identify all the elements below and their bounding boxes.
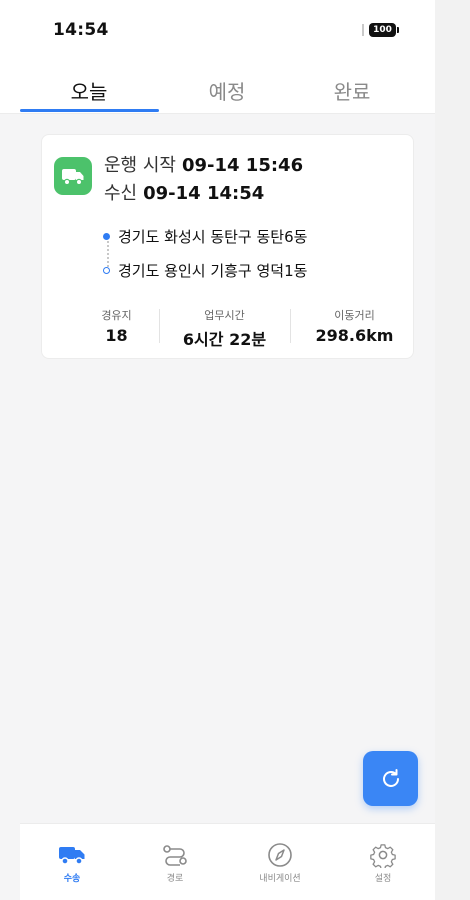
stat-value: 298.6km (315, 326, 394, 345)
tab-today[interactable]: 오늘 (29, 76, 149, 105)
start-label: 운행 시작 (104, 155, 176, 176)
tab-bar: 오늘 예정 완료 (0, 62, 435, 114)
trip-stats: 경유지 18 업무시간 6시간 22분 이동거리 298.6km (60, 307, 400, 350)
nav-item-transport[interactable]: 수송 (37, 842, 107, 884)
nav-label: 내비게이션 (259, 874, 301, 884)
received-label: 수신 (104, 183, 138, 204)
stat-waypoints: 경유지 18 (60, 307, 173, 345)
screen-edge (435, 0, 470, 900)
stat-label: 경유지 (101, 309, 132, 322)
nav-label: 설정 (374, 874, 392, 884)
tab-completed[interactable]: 완료 (292, 76, 412, 105)
battery-icon: 100 (369, 23, 396, 37)
tab-scheduled[interactable]: 예정 (167, 76, 287, 105)
refresh-button[interactable] (363, 751, 418, 806)
route-icon (140, 842, 210, 868)
stat-label: 이동거리 (334, 309, 375, 322)
refresh-icon (382, 768, 399, 787)
nav-label: 수송 (63, 874, 81, 884)
received-row: 수신 09-14 14:54 (104, 179, 264, 205)
stat-label: 업무시간 (204, 309, 245, 322)
start-time: 09-14 15:46 (181, 155, 304, 176)
signal-icon (362, 24, 364, 36)
destination-dot-icon (103, 267, 110, 274)
nav-item-route[interactable]: 경로 (140, 842, 210, 884)
nav-item-settings[interactable]: 설정 (348, 842, 418, 884)
nav-item-navigation[interactable]: 내비게이션 (245, 842, 315, 884)
origin-dot-icon (103, 233, 110, 240)
bottom-nav: 수송 경로 내비게이션 설정 (20, 823, 435, 900)
gear-icon (348, 842, 418, 868)
stat-divider (159, 309, 160, 343)
start-row: 운행 시작 09-14 15:46 (104, 151, 303, 177)
received-time: 09-14 14:54 (143, 183, 265, 204)
app-screen: 14:54 100 오늘 예정 완료 운행 시작 09-14 15:46 수신 09… (0, 0, 435, 900)
tab-active-indicator (20, 109, 159, 112)
stat-divider (290, 309, 291, 343)
stat-work-time: 업무시간 6시간 22분 (168, 307, 281, 350)
destination-address: 경기도 용인시 기흥구 영덕1동 (118, 262, 308, 280)
stat-value: 6시간 22분 (182, 330, 267, 349)
compass-icon (245, 842, 315, 868)
status-bar: 14:54 100 (0, 0, 435, 62)
truck-icon (54, 157, 92, 195)
status-time: 14:54 (53, 20, 109, 40)
delivery-card[interactable]: 운행 시작 09-14 15:46 수신 09-14 14:54 경기도 화성시 동… (41, 134, 414, 359)
nav-label: 경로 (166, 874, 184, 884)
battery-tip (397, 27, 399, 33)
origin-address: 경기도 화성시 동탄구 동탄6동 (118, 228, 308, 246)
truck-icon (37, 842, 107, 868)
stat-distance: 이동거리 298.6km (298, 307, 411, 345)
stat-value: 18 (105, 326, 128, 345)
